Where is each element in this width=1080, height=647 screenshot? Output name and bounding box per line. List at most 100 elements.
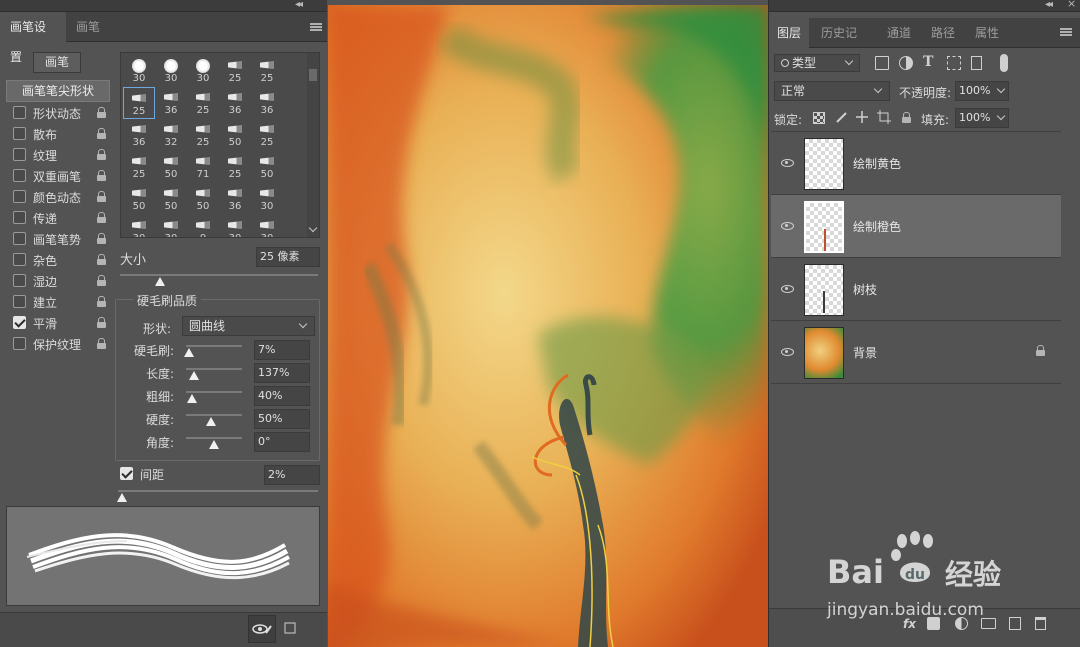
param-slider-thumb[interactable] — [206, 417, 217, 426]
layer-row[interactable]: 绘制黄色 — [771, 132, 1061, 195]
shape-dropdown[interactable]: 圆曲线 — [182, 316, 315, 336]
layer-filter-dropdown[interactable]: 类型 — [774, 54, 860, 72]
tab-brushes[interactable]: 画笔 — [66, 12, 110, 42]
visibility-eye-icon[interactable] — [781, 222, 794, 230]
brush-tip[interactable]: 30 — [251, 215, 283, 237]
layer-row[interactable]: 背景 — [771, 321, 1061, 384]
param-slider-thumb[interactable] — [183, 348, 194, 357]
brush-tip[interactable]: 36 — [219, 183, 251, 215]
option-checkbox[interactable] — [13, 316, 26, 329]
brush-option-item[interactable]: 保护纹理 — [6, 333, 110, 354]
brush-tip[interactable]: 25 — [123, 151, 155, 183]
lock-position-icon[interactable] — [855, 110, 869, 124]
option-checkbox[interactable] — [13, 337, 26, 350]
option-checkbox[interactable] — [13, 169, 26, 182]
brush-tip[interactable]: 30 — [155, 55, 187, 87]
brush-option-item[interactable]: 建立 — [6, 291, 110, 312]
option-checkbox[interactable] — [13, 106, 26, 119]
brush-tip[interactable]: 30 — [219, 215, 251, 237]
adjustment-filter-icon[interactable] — [899, 56, 913, 70]
lock-icon[interactable] — [97, 170, 106, 181]
brush-tip-grid[interactable]: 30 30 30 25 25 25 36 25 36 36 36 32 25 50 25 25 50 71 25 50… — [120, 52, 320, 238]
lock-icon[interactable] — [97, 233, 106, 244]
param-slider-thumb[interactable] — [186, 394, 197, 403]
opacity-input[interactable]: 100% — [955, 81, 1009, 101]
spacing-slider-thumb[interactable] — [117, 493, 127, 502]
lock-pixels-icon[interactable] — [813, 112, 825, 124]
spacing-input[interactable]: 2% — [264, 465, 320, 485]
brush-tip[interactable]: 25 — [187, 119, 219, 151]
size-input[interactable]: 25 像素 — [256, 247, 320, 267]
document-canvas[interactable] — [328, 5, 768, 647]
lock-icon[interactable] — [97, 191, 106, 202]
brush-tip[interactable]: 50 — [219, 119, 251, 151]
param-slider-track[interactable] — [186, 437, 242, 439]
brush-option-item[interactable]: 湿边 — [6, 270, 110, 291]
tab-paths[interactable]: 路径 — [923, 18, 963, 48]
layer-row[interactable]: 树枝 — [771, 258, 1061, 321]
lock-icon[interactable] — [97, 107, 106, 118]
brush-tip[interactable]: 71 — [187, 151, 219, 183]
brush-tip[interactable]: 25 — [187, 87, 219, 119]
panel-menu-icon[interactable] — [310, 23, 322, 31]
brush-option-item[interactable]: 纹理 — [6, 144, 110, 165]
toggle-preview-button[interactable] — [248, 615, 276, 643]
lock-icon[interactable] — [97, 149, 106, 160]
brush-tip[interactable]: 50 — [187, 183, 219, 215]
brush-tip-shape-item[interactable]: 画笔笔尖形状 — [6, 80, 110, 102]
tab-history[interactable]: 历史记录 — [813, 18, 875, 70]
brush-tip[interactable]: 50 — [155, 183, 187, 215]
lock-icon[interactable] — [97, 275, 106, 286]
option-checkbox[interactable] — [13, 190, 26, 203]
lock-icon[interactable] — [97, 317, 106, 328]
lock-icon[interactable] — [97, 296, 106, 307]
param-input[interactable]: 137% — [254, 363, 310, 383]
brush-tip[interactable]: 25 — [251, 55, 283, 87]
layers-menu-icon[interactable] — [1060, 28, 1072, 36]
brush-tip[interactable]: 36 — [251, 87, 283, 119]
scrollbar-thumb[interactable] — [309, 69, 317, 81]
brushes-button[interactable]: 画笔 — [33, 52, 81, 73]
close-icon[interactable]: × — [1067, 0, 1076, 10]
tip-grid-scrollbar[interactable] — [307, 53, 319, 237]
brush-tip[interactable]: 25 — [219, 151, 251, 183]
lock-artboard-icon[interactable] — [877, 110, 891, 124]
param-slider-track[interactable] — [186, 414, 242, 416]
option-checkbox[interactable] — [13, 127, 26, 140]
option-checkbox[interactable] — [13, 211, 26, 224]
visibility-eye-icon[interactable] — [781, 348, 794, 356]
option-checkbox[interactable] — [13, 274, 26, 287]
option-checkbox[interactable] — [13, 295, 26, 308]
layer-row[interactable]: 绘制橙色 — [771, 195, 1061, 258]
lock-icon[interactable] — [97, 338, 106, 349]
brush-tip[interactable]: 30 — [123, 215, 155, 237]
brush-tip[interactable]: 36 — [219, 87, 251, 119]
brush-option-item[interactable]: 平滑 — [6, 312, 110, 333]
pixel-filter-icon[interactable] — [875, 56, 889, 70]
brush-option-item[interactable]: 散布 — [6, 123, 110, 144]
param-slider-thumb[interactable] — [188, 371, 199, 380]
brush-tip[interactable]: 32 — [155, 119, 187, 151]
lock-icon[interactable] — [97, 212, 106, 223]
blend-mode-dropdown[interactable]: 正常 — [774, 81, 890, 101]
param-slider-track[interactable] — [186, 345, 242, 347]
collapse-icon[interactable]: ◂◂ — [1045, 0, 1053, 10]
brush-tip[interactable]: 9 — [187, 215, 219, 237]
brush-option-item[interactable]: 杂色 — [6, 249, 110, 270]
param-slider-track[interactable] — [186, 391, 242, 393]
brush-tip[interactable]: 30 — [187, 55, 219, 87]
brush-tip[interactable]: 36 — [123, 119, 155, 151]
brush-tip[interactable]: 50 — [251, 151, 283, 183]
scroll-down-icon[interactable] — [308, 223, 318, 233]
visibility-eye-icon[interactable] — [781, 159, 794, 167]
brush-option-item[interactable]: 颜色动态 — [6, 186, 110, 207]
brush-tip[interactable]: 25 — [251, 119, 283, 151]
type-filter-icon[interactable]: T — [923, 54, 937, 70]
tab-properties[interactable]: 属性 — [967, 18, 1007, 48]
option-checkbox[interactable] — [13, 148, 26, 161]
brush-tip[interactable]: 30 — [123, 55, 155, 87]
brush-option-item[interactable]: 双重画笔 — [6, 165, 110, 186]
brush-tip[interactable]: 30 — [251, 183, 283, 215]
spacing-slider-track[interactable] — [118, 490, 318, 492]
param-input[interactable]: 0° — [254, 432, 310, 452]
